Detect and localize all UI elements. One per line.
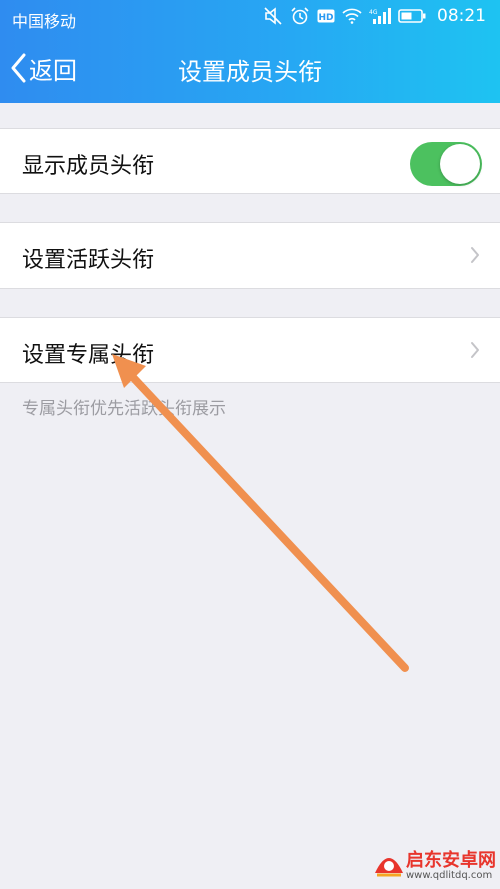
alarm-icon (291, 7, 309, 25)
show-member-title-label: 显示成员头衔 (22, 154, 155, 179)
status-icons: HD 4G 08:21 (263, 6, 486, 26)
toggle-knob (440, 144, 480, 184)
watermark: 启东安卓网 www.qdlitdq.com (366, 843, 500, 889)
status-bar: 中国移动 HD 4G 08:21 (0, 0, 500, 34)
app-header: 中国移动 HD 4G 08:21 返回 设置成员头衔 (0, 0, 500, 103)
watermark-logo-icon (375, 858, 403, 877)
set-active-title-row[interactable]: 设置活跃头衔 (0, 222, 500, 289)
watermark-title: 启东安卓网 (406, 850, 496, 871)
show-member-title-toggle[interactable] (410, 142, 482, 186)
page-title: 设置成员头衔 (178, 58, 322, 86)
set-exclusive-title-row[interactable]: 设置专属头衔 (0, 317, 500, 383)
exclusive-title-footnote: 专属头衔优先活跃头衔展示 (22, 399, 226, 419)
watermark-url: www.qdlitdq.com (406, 870, 493, 881)
carrier-label: 中国移动 (12, 12, 77, 31)
set-active-title-label: 设置活跃头衔 (22, 248, 155, 273)
svg-text:HD: HD (318, 13, 333, 23)
battery-icon (398, 9, 426, 23)
status-time: 08:21 (437, 6, 486, 26)
signal-4g-icon: 4G (369, 8, 391, 24)
chevron-right-icon (471, 247, 479, 263)
mute-icon (264, 7, 282, 25)
wifi-icon (342, 8, 362, 24)
nav-bar: 返回 设置成员头衔 (0, 34, 500, 103)
hd-icon: HD (317, 9, 335, 23)
chevron-right-icon (471, 342, 479, 358)
set-exclusive-title-label: 设置专属头衔 (22, 343, 155, 368)
show-member-title-row: 显示成员头衔 (0, 128, 500, 194)
svg-text:4G: 4G (369, 9, 378, 16)
